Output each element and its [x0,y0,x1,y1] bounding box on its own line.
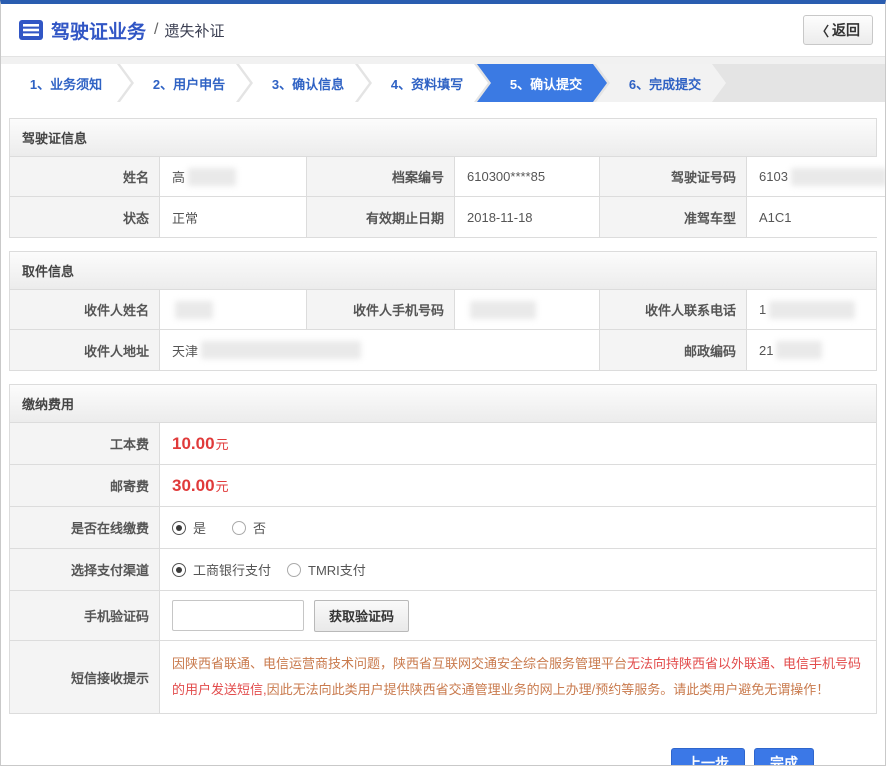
step-3-confirm-info[interactable]: 3、确认信息 [239,64,369,102]
step-4-fill-data[interactable]: 4、资料填写 [358,64,488,102]
sms-code-input[interactable] [172,600,304,631]
pickup-section-title: 取件信息 [9,251,877,290]
recipient-phone-value: 1 [747,290,876,330]
payment-table: 工本费 10.00 元 邮寄费 30.00 元 是否在线缴费 是 否 选择 [9,423,877,714]
license-no-value: 6103 [747,157,886,197]
license-info-section: 驾驶证信息 姓名 高 档案编号 610300****85 驾驶证号码 6103 … [9,118,877,238]
sms-notice-label: 短信接收提示 [10,641,160,713]
sms-notice-text: 因陕西省联通、电信运营商技术问题，陕西省互联网交通安全综合服务管理平台无法向持陕… [160,641,876,713]
production-fee-label: 工本费 [10,423,160,465]
channel-icbc-radio[interactable] [172,563,186,577]
sms-code-row: 获取验证码 [160,591,876,641]
license-section-title: 驾驶证信息 [9,118,877,157]
recipient-mobile-label: 收件人手机号码 [307,290,455,330]
page-title: 驾驶证业务 [51,17,146,44]
channel-icbc-label: 工商银行支付 [193,560,271,579]
mailing-fee-value: 30.00 元 [160,465,876,507]
license-no-label: 驾驶证号码 [600,157,747,197]
license-services-icon [19,20,43,40]
recipient-name-value [160,290,307,330]
step-wizard: 1、业务须知 2、用户申告 3、确认信息 4、资料填写 5、确认提交 6、完成提… [1,64,885,102]
production-fee-value: 10.00 元 [160,423,876,465]
recipient-mobile-value [455,290,600,330]
redaction-blur [470,301,536,319]
get-code-button[interactable]: 获取验证码 [314,600,409,632]
step-2-user-declaration[interactable]: 2、用户申告 [120,64,250,102]
name-label: 姓名 [10,157,160,197]
lost-license-replacement-page: 驾驶证业务 / 遗失补证 〈 返回 1、业务须知 2、用户申告 3、确认信息 4… [0,0,886,766]
redaction-blur [175,301,213,319]
status-label: 状态 [10,197,160,237]
step-1-business-notes[interactable]: 1、业务须知 [1,64,131,102]
header-divider [1,56,885,64]
file-no-value: 610300****85 [455,157,600,197]
step-6-complete-submit[interactable]: 6、完成提交 [596,64,726,102]
payment-channel-label: 选择支付渠道 [10,549,160,591]
form-footer: 上一步 完成 [9,727,877,766]
breadcrumb-current: 遗失补证 [164,20,224,41]
online-no-radio[interactable] [232,521,246,535]
redaction-blur [769,301,855,319]
recipient-phone-label: 收件人联系电话 [600,290,747,330]
fee-unit: 元 [216,434,229,453]
recipient-address-value: 天津 [160,330,600,370]
back-chevron-icon: 〈 [816,21,829,40]
recipient-address-label: 收件人地址 [10,330,160,370]
main-content: 驾驶证信息 姓名 高 档案编号 610300****85 驾驶证号码 6103 … [1,102,885,766]
back-button[interactable]: 〈 返回 [803,15,873,45]
channel-tmri-radio[interactable] [287,563,301,577]
postal-code-value: 21 [747,330,876,370]
payment-section: 缴纳费用 工本费 10.00 元 邮寄费 30.00 元 是否在线缴费 是 否 [9,384,877,714]
license-info-table: 姓名 高 档案编号 610300****85 驾驶证号码 6103 状态 正常 … [9,157,877,238]
vehicle-type-label: 准驾车型 [600,197,747,237]
fee-unit: 元 [216,476,229,495]
online-payment-options: 是 否 [160,507,876,549]
online-yes-label: 是 [193,518,206,537]
back-button-label: 返回 [832,20,860,40]
mailing-fee-label: 邮寄费 [10,465,160,507]
finish-button[interactable]: 完成 [754,748,814,766]
channel-tmri-label: TMRI支付 [308,560,366,579]
redaction-blur [791,168,886,186]
redaction-blur [188,168,236,186]
recipient-name-label: 收件人姓名 [10,290,160,330]
redaction-blur [776,341,822,359]
pickup-info-section: 取件信息 收件人姓名 收件人手机号码 收件人联系电话 1 收件人地址 天津 邮政… [9,251,877,371]
page-header: 驾驶证业务 / 遗失补证 〈 返回 [1,4,885,56]
online-no-label: 否 [253,518,266,537]
redaction-blur [201,341,361,359]
payment-section-title: 缴纳费用 [9,384,877,423]
sms-code-label: 手机验证码 [10,591,160,641]
expiry-value: 2018-11-18 [455,197,600,237]
online-yes-radio[interactable] [172,521,186,535]
status-value: 正常 [160,197,307,237]
pickup-info-table: 收件人姓名 收件人手机号码 收件人联系电话 1 收件人地址 天津 邮政编码 21 [9,290,877,371]
vehicle-type-value: A1C1 [747,197,886,237]
step-5-confirm-submit[interactable]: 5、确认提交 [477,64,607,102]
breadcrumb-separator: / [154,21,158,39]
name-value: 高 [160,157,307,197]
payment-channel-options: 工商银行支付 TMRI支付 [160,549,876,591]
online-payment-label: 是否在线缴费 [10,507,160,549]
expiry-label: 有效期止日期 [307,197,455,237]
postal-code-label: 邮政编码 [600,330,747,370]
previous-step-button[interactable]: 上一步 [671,748,745,766]
file-no-label: 档案编号 [307,157,455,197]
